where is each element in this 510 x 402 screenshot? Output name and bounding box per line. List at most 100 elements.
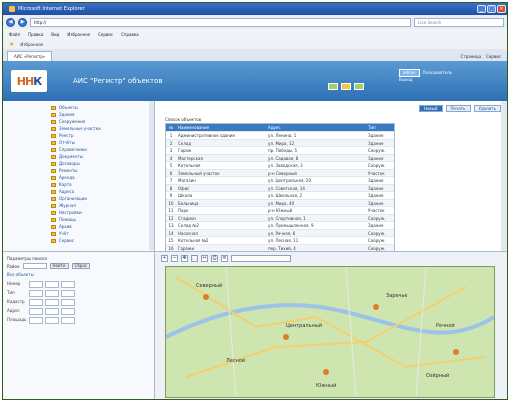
back-button[interactable]: ◀	[6, 17, 15, 27]
table-row[interactable]: 13 Склад №2 ул. Промышленная, 9 Здание	[166, 221, 394, 229]
tree-item[interactable]: Договоры	[51, 160, 154, 167]
table-row[interactable]: 15 Котельная №2 ул. Лесная, 11 Сооруж.	[166, 236, 394, 244]
select-icon[interactable]: ⬚	[191, 255, 198, 262]
delete-button[interactable]: Удалить	[473, 105, 501, 112]
form-input[interactable]	[61, 281, 75, 288]
reset-button[interactable]: Сброс	[71, 263, 90, 269]
status-chip[interactable]	[341, 83, 351, 90]
maximize-button[interactable]: □	[487, 5, 496, 13]
minimize-button[interactable]: _	[477, 5, 486, 13]
search-input[interactable]: Live Search	[414, 17, 504, 27]
form-input[interactable]	[45, 290, 59, 297]
status-chip[interactable]	[328, 83, 338, 90]
map-marker[interactable]	[373, 304, 379, 310]
form-input[interactable]	[45, 299, 59, 306]
tree-item[interactable]: Сооружения	[51, 118, 154, 125]
tree-item[interactable]: Объекты	[51, 104, 154, 111]
table-row[interactable]: 1 Административное здание ул. Ленина, 1 Зда…	[166, 131, 394, 139]
table-row[interactable]: 4 Мастерская ул. Садовая, 8 Здание	[166, 153, 394, 161]
map-canvas[interactable]: Северный Центральный Южный Заречье Лесно…	[166, 267, 494, 397]
district-field[interactable]	[22, 263, 47, 269]
tree-item[interactable]: Отчёты	[51, 139, 154, 146]
column-header[interactable]: Адрес	[266, 124, 366, 131]
print-button[interactable]: Печать	[445, 105, 471, 112]
table-row[interactable]: 3 Гараж пр. Победы, 5 Сооруж.	[166, 146, 394, 154]
table-row[interactable]: 8 Офис ул. Советская, 14 Здание	[166, 183, 394, 191]
menu-item-edit[interactable]: Правка	[28, 32, 43, 37]
tree-item[interactable]: Аренда	[51, 174, 154, 181]
map[interactable]: Северный Центральный Южный Заречье Лесно…	[165, 266, 495, 398]
table-row[interactable]: 11 Парк р-н Южный Участок	[166, 206, 394, 214]
print-icon[interactable]: ⎙	[211, 255, 218, 262]
forward-button[interactable]: ▶	[18, 17, 27, 27]
form-input[interactable]	[61, 308, 75, 315]
scrollbar[interactable]	[149, 101, 154, 250]
layer-select[interactable]	[231, 255, 291, 262]
zoom-out-icon[interactable]: −	[171, 255, 178, 262]
close-button[interactable]: ×	[497, 5, 506, 13]
tree-item[interactable]: Адреса	[51, 188, 154, 195]
form-input[interactable]	[45, 281, 59, 288]
tree-item[interactable]: Настройки	[51, 209, 154, 216]
menu-item-favorites[interactable]: Избранное	[67, 32, 90, 37]
map-marker[interactable]	[283, 334, 289, 340]
tree-item[interactable]: Земельные участки	[51, 125, 154, 132]
table-row[interactable]: 14 Насосная ул. Речная, 6 Сооруж.	[166, 228, 394, 236]
map-marker[interactable]	[323, 369, 329, 375]
tree-item[interactable]: Учёт	[51, 230, 154, 237]
table-row[interactable]: 5 Котельная ул. Заводская, 3 Сооруж.	[166, 161, 394, 169]
form-input[interactable]	[29, 290, 43, 297]
table-row[interactable]: 6 Земельный участок р-н Северный Участок	[166, 168, 394, 176]
form-input[interactable]	[61, 290, 75, 297]
table-row[interactable]: 2 Склад ул. Мира, 12 Здание	[166, 138, 394, 146]
tree-item[interactable]: Сервис	[51, 237, 154, 244]
favorites-label[interactable]: Избранное	[20, 42, 43, 47]
menu-item-file[interactable]: Файл	[9, 32, 20, 37]
all-objects-link[interactable]: Все объекты	[7, 272, 34, 277]
command-page[interactable]: Страница	[461, 54, 482, 59]
scrollbar[interactable]	[501, 101, 507, 251]
form-input[interactable]	[61, 299, 75, 306]
form-input[interactable]	[29, 281, 43, 288]
form-input[interactable]	[61, 317, 75, 324]
form-input[interactable]	[29, 299, 43, 306]
tree-item[interactable]: Архив	[51, 223, 154, 230]
column-header[interactable]: №	[166, 124, 176, 131]
table-row[interactable]: 12 Стадион ул. Спортивная, 1 Сооруж.	[166, 213, 394, 221]
column-header[interactable]: Наименование	[176, 124, 266, 131]
table-row[interactable]: 10 Больница ул. Мира, 40 Здание	[166, 198, 394, 206]
tree-item[interactable]: Реестр	[51, 132, 154, 139]
form-input[interactable]	[29, 308, 43, 315]
table-row[interactable]: 7 Магазин ул. Центральная, 20 Здание	[166, 176, 394, 184]
measure-icon[interactable]: ↔	[201, 255, 208, 262]
logout-link[interactable]: Выход	[399, 77, 505, 83]
url-field[interactable]: http://	[30, 17, 411, 27]
column-header[interactable]: Тип	[366, 124, 394, 131]
star-icon[interactable]: ★	[9, 41, 14, 48]
tree-item[interactable]: Помощь	[51, 216, 154, 223]
form-input[interactable]	[45, 308, 59, 315]
menu-item-view[interactable]: Вид	[51, 32, 59, 37]
find-button[interactable]: Найти	[49, 263, 69, 269]
zoom-in-icon[interactable]: +	[161, 255, 168, 262]
table-row[interactable]: 9 Школа ул. Школьная, 2 Здание	[166, 191, 394, 199]
layers-icon[interactable]: ≡	[221, 255, 228, 262]
tab-active[interactable]: АИС «Регистр»	[7, 51, 53, 61]
tree-item[interactable]: Здания	[51, 111, 154, 118]
tree-item[interactable]: Журнал	[51, 202, 154, 209]
menu-item-help[interactable]: Справка	[121, 32, 139, 37]
tree-item[interactable]: Ремонты	[51, 167, 154, 174]
pan-icon[interactable]: ✥	[181, 255, 188, 262]
new-button[interactable]: Новый	[418, 105, 443, 112]
tree-item[interactable]: Карта	[51, 181, 154, 188]
form-input[interactable]	[45, 317, 59, 324]
tree-item[interactable]: Документы	[51, 153, 154, 160]
map-marker[interactable]	[203, 294, 209, 300]
menu-item-tools[interactable]: Сервис	[98, 32, 113, 37]
map-marker[interactable]	[453, 349, 459, 355]
form-input[interactable]	[29, 317, 43, 324]
user-badge[interactable]: admin	[399, 69, 420, 77]
command-tools[interactable]: Сервис	[486, 54, 501, 59]
table-row[interactable]: 16 Гаражи пер. Тихий, 4 Сооруж.	[166, 243, 394, 251]
tree-item[interactable]: Справочники	[51, 146, 154, 153]
